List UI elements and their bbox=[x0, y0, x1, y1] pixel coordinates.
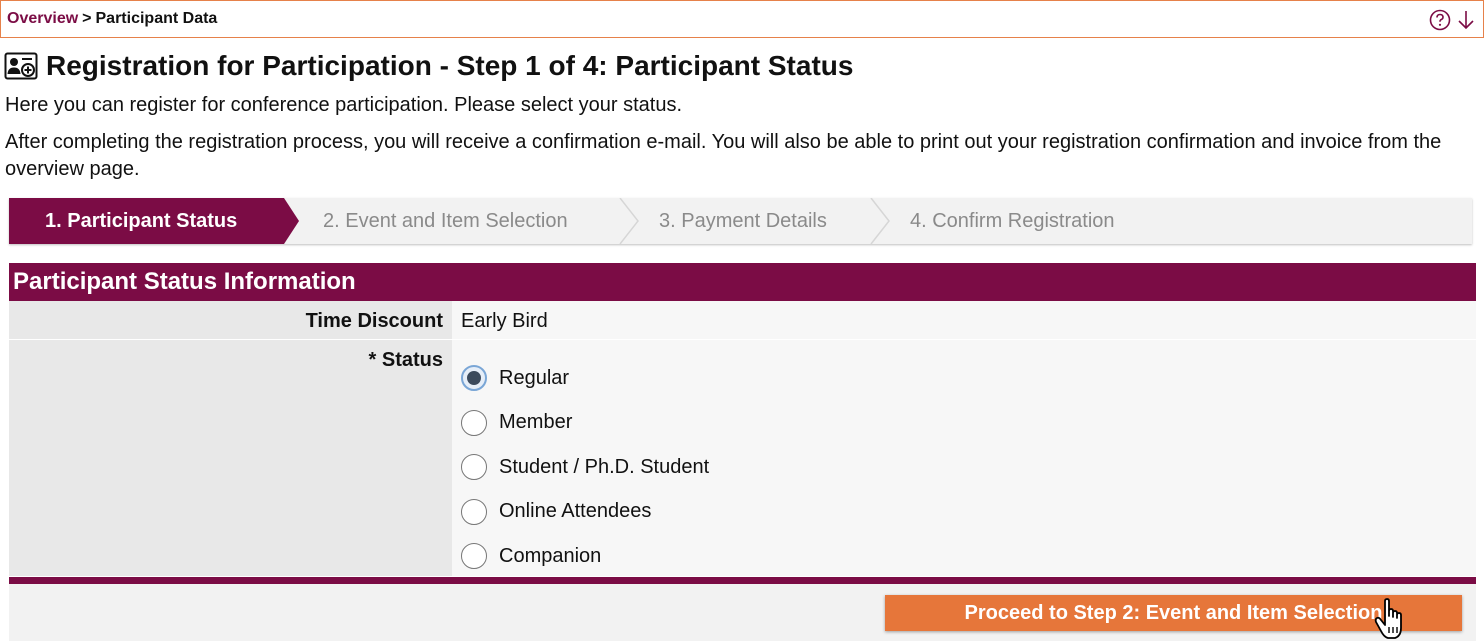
breadcrumb: Overview > Participant Data bbox=[7, 10, 217, 28]
radio-label: Member bbox=[499, 411, 573, 434]
time-discount-label: Time Discount bbox=[9, 301, 452, 339]
status-options: Regular Member Student / Ph.D. Student O… bbox=[452, 340, 1476, 576]
step-2-event-item-selection[interactable]: 2. Event and Item Selection bbox=[323, 198, 568, 244]
radio-button[interactable] bbox=[461, 543, 487, 570]
radio-label: Online Attendees bbox=[499, 500, 652, 523]
time-discount-row: Time Discount Early Bird bbox=[9, 301, 1476, 340]
step-4-confirm-registration[interactable]: 4. Confirm Registration bbox=[910, 198, 1115, 244]
radio-label: Companion bbox=[499, 544, 602, 567]
step-separator-icon bbox=[870, 198, 890, 244]
status-radio-regular[interactable]: Regular bbox=[461, 356, 1476, 401]
arrow-down-icon[interactable] bbox=[1455, 9, 1477, 31]
breadcrumb-separator: > bbox=[82, 10, 92, 27]
help-icon[interactable] bbox=[1429, 9, 1451, 31]
status-radio-companion[interactable]: Companion bbox=[461, 534, 1476, 579]
step-1-participant-status[interactable]: 1. Participant Status bbox=[9, 198, 299, 244]
hand-pointer-icon bbox=[1374, 598, 1402, 639]
step-separator-icon bbox=[619, 198, 639, 244]
page-heading: Registration for Participation - Step 1 … bbox=[4, 50, 853, 82]
step-3-payment-details[interactable]: 3. Payment Details bbox=[659, 198, 827, 244]
status-row: * Status Regular Member Student / Ph.D. … bbox=[9, 340, 1476, 577]
intro-text: Here you can register for conference par… bbox=[5, 94, 683, 116]
status-radio-online-attendees[interactable]: Online Attendees bbox=[461, 490, 1476, 535]
page-title: Registration for Participation - Step 1 … bbox=[46, 50, 854, 81]
participant-status-panel: Participant Status Information Time Disc… bbox=[9, 263, 1476, 641]
status-radio-member[interactable]: Member bbox=[461, 401, 1476, 446]
radio-button-checked[interactable] bbox=[461, 365, 487, 392]
status-label: * Status bbox=[9, 340, 452, 576]
time-discount-value: Early Bird bbox=[452, 301, 1476, 339]
action-bar: Proceed to Step 2: Event and Item Select… bbox=[9, 584, 1476, 641]
breadcrumb-overview-link[interactable]: Overview bbox=[7, 10, 78, 27]
radio-button[interactable] bbox=[461, 454, 487, 481]
registration-icon bbox=[4, 52, 38, 80]
top-bar: Overview > Participant Data bbox=[0, 0, 1484, 38]
radio-label: Student / Ph.D. Student bbox=[499, 455, 710, 478]
panel-title: Participant Status Information bbox=[9, 263, 1476, 301]
step-progress-bar: 1. Participant Status 2. Event and Item … bbox=[9, 198, 1472, 244]
status-radio-student[interactable]: Student / Ph.D. Student bbox=[461, 445, 1476, 490]
radio-button[interactable] bbox=[461, 409, 487, 436]
radio-button[interactable] bbox=[461, 498, 487, 525]
breadcrumb-current: Participant Data bbox=[95, 10, 218, 27]
info-text: After completing the registration proces… bbox=[5, 131, 1442, 180]
radio-label: Regular bbox=[499, 366, 570, 389]
